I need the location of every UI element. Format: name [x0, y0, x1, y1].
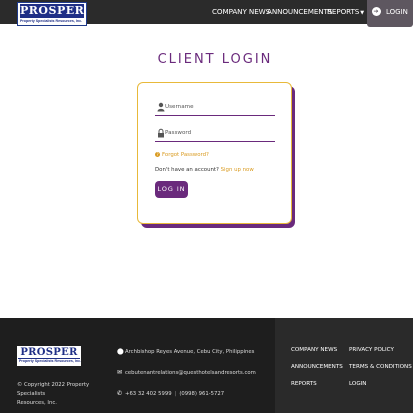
question-circle-icon: ? [155, 152, 160, 157]
footer-link-announcements[interactable]: ANNOUNCEMENTS [291, 364, 343, 370]
nav-announcements[interactable]: ANNOUNCEMENTS [267, 7, 332, 16]
signup-link[interactable]: Sign up now [221, 167, 254, 173]
submit-login-button[interactable]: LOG IN [155, 181, 188, 198]
footer-link-privacy-policy[interactable]: PRIVACY POLICY [349, 347, 394, 353]
nav-reports-label: REPORTS [327, 7, 360, 16]
logo-wordmark: PROSPER [20, 4, 85, 18]
password-input[interactable] [165, 127, 270, 139]
email-text: cebutenantrelations@questhotelsandresort… [125, 370, 256, 376]
prosper-logo[interactable]: PROSPER Property Specialists Resources, … [17, 2, 87, 26]
map-pin-icon: ⬤ [117, 348, 124, 355]
footer-link-terms[interactable]: TERMS & CONDITIONS [349, 364, 412, 370]
contact-address: ⬤Archbishop Reyes Avenue, Cebu City, Phi… [117, 348, 254, 355]
username-input[interactable] [165, 101, 270, 113]
forgot-password-label: Forgot Password? [162, 152, 209, 158]
signup-prompt: Don't have an account? Sign up now [155, 167, 254, 173]
login-card: ?Forgot Password? Don't have an account?… [137, 82, 292, 224]
copyright-line-2: Resources, Inc. [17, 400, 57, 406]
phone-1-text[interactable]: +63 32 402 5999 [125, 391, 172, 397]
footer-logo: PROSPER Property Specialists Resources, … [17, 346, 81, 366]
phone-icon: ✆ [117, 390, 123, 397]
nav-company-news[interactable]: COMPANY NEWS [212, 7, 270, 16]
footer-logo-wordmark: PROSPER [18, 347, 80, 359]
footer-link-company-news[interactable]: COMPANY NEWS [291, 347, 337, 353]
logo-subtitle: Property Specialists Resources, Inc. [20, 19, 83, 23]
login-button[interactable]: ➔ LOGIN [367, 0, 413, 27]
lock-icon [158, 128, 164, 138]
phone-2-text[interactable]: (0998) 961-5727 [179, 391, 224, 397]
contact-phone: ✆ +63 32 402 5999 | (0998) 961-5727 [117, 390, 224, 397]
copyright: © Copyright 2022 Property Specialists Re… [17, 381, 107, 408]
phone-separator: | [174, 391, 177, 397]
footer-logo-subtitle: Property Specialists Resources, Inc. [19, 359, 82, 363]
nav-reports[interactable]: REPORTS▼ [327, 7, 364, 16]
copyright-line-1: © Copyright 2022 Property Specialists [17, 382, 90, 397]
username-field[interactable] [155, 100, 275, 116]
address-text: Archbishop Reyes Avenue, Cebu City, Phil… [125, 349, 255, 355]
footer-link-login[interactable]: LOGIN [349, 381, 367, 387]
login-button-label: LOGIN [386, 8, 408, 16]
password-field[interactable] [155, 126, 275, 142]
user-icon [157, 102, 165, 112]
login-arrow-icon: ➔ [372, 7, 381, 16]
footer-link-reports[interactable]: REPORTS [291, 381, 317, 387]
page-title: CLIENT LOGIN [157, 52, 273, 67]
caret-down-icon: ▼ [360, 10, 365, 16]
contact-email[interactable]: ✉ cebutenantrelations@questhotelsandresor… [117, 369, 256, 376]
envelope-icon: ✉ [117, 369, 123, 376]
no-account-text: Don't have an account? [155, 167, 219, 173]
forgot-password-link[interactable]: ? Forgot Password? [155, 152, 209, 158]
